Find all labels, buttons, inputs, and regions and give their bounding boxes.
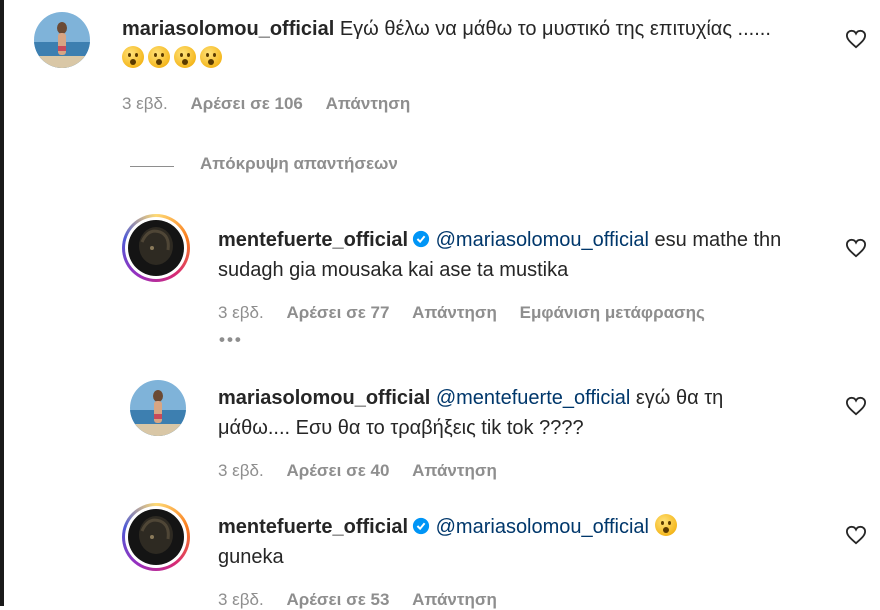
story-ring[interactable] xyxy=(122,503,190,571)
comment-username[interactable]: mentefuerte_official xyxy=(218,229,408,251)
verified-badge-icon xyxy=(412,230,430,248)
comment-meta: 3 εβδ. Αρέσει σε 53 Απάντηση xyxy=(218,590,515,610)
more-options-icon[interactable]: ••• xyxy=(219,330,243,350)
comment-text: guneka xyxy=(218,546,284,568)
comment-body: mariasolomou_official Εγώ θέλω να μάθω τ… xyxy=(122,14,802,74)
heart-icon[interactable] xyxy=(845,396,867,416)
comment-body: mariasolomou_official @mentefuerte_offic… xyxy=(218,383,798,443)
astonished-emoji-icon xyxy=(654,514,677,536)
comment-time[interactable]: 3 εβδ. xyxy=(122,94,168,113)
comment-likes[interactable]: Αρέσει σε 53 xyxy=(286,590,389,609)
left-edge-bar xyxy=(0,0,4,606)
comment-mention[interactable]: @mariasolomou_official xyxy=(436,516,649,538)
reply-button[interactable]: Απάντηση xyxy=(326,94,411,113)
reply-button[interactable]: Απάντηση xyxy=(412,303,497,322)
heart-icon[interactable] xyxy=(845,238,867,258)
comment-time[interactable]: 3 εβδ. xyxy=(218,590,264,609)
heart-icon[interactable] xyxy=(845,29,867,49)
astonished-emoji-icon xyxy=(148,46,170,68)
story-ring[interactable] xyxy=(122,214,190,282)
comment-mention[interactable]: @mentefuerte_official xyxy=(436,387,630,409)
heart-icon[interactable] xyxy=(845,525,867,545)
astonished-emoji-icon xyxy=(200,46,222,68)
astonished-emoji-icon xyxy=(122,46,144,68)
avatar-mentefuerte[interactable] xyxy=(128,509,184,565)
verified-badge-icon xyxy=(412,517,430,535)
comment-body: mentefuerte_official @mariasolomou_offic… xyxy=(218,512,798,572)
comment-likes[interactable]: Αρέσει σε 40 xyxy=(286,461,389,480)
comment-meta: 3 εβδ. Αρέσει σε 77 Απάντηση Εμφάνιση με… xyxy=(218,303,723,323)
astonished-emoji-icon xyxy=(174,46,196,68)
avatar-mariasolomou[interactable] xyxy=(34,12,90,68)
comment-likes[interactable]: Αρέσει σε 106 xyxy=(190,94,302,113)
reply-button[interactable]: Απάντηση xyxy=(412,590,497,609)
comment-username[interactable]: mariasolomou_official xyxy=(122,18,334,40)
comment-username[interactable]: mariasolomou_official xyxy=(218,387,430,409)
hide-replies-line xyxy=(130,166,174,167)
avatar-mariasolomou[interactable] xyxy=(130,380,186,436)
hide-replies-button[interactable]: Απόκρυψη απαντήσεων xyxy=(200,154,398,174)
comment-likes[interactable]: Αρέσει σε 77 xyxy=(286,303,389,322)
comment-time[interactable]: 3 εβδ. xyxy=(218,303,264,322)
comment-mention[interactable]: @mariasolomou_official xyxy=(436,229,649,251)
comment-username[interactable]: mentefuerte_official xyxy=(218,516,408,538)
comment-meta: 3 εβδ. Αρέσει σε 40 Απάντηση xyxy=(218,461,515,481)
comment-time[interactable]: 3 εβδ. xyxy=(218,461,264,480)
comment-meta: 3 εβδ. Αρέσει σε 106 Απάντηση xyxy=(122,94,428,114)
show-translation-button[interactable]: Εμφάνιση μετάφρασης xyxy=(520,303,705,322)
comment-body: mentefuerte_official @mariasolomou_offic… xyxy=(218,225,798,285)
comment-text: Εγώ θέλω να μάθω το μυστικό της επιτυχία… xyxy=(339,18,771,40)
reply-button[interactable]: Απάντηση xyxy=(412,461,497,480)
avatar-mentefuerte[interactable] xyxy=(128,220,184,276)
